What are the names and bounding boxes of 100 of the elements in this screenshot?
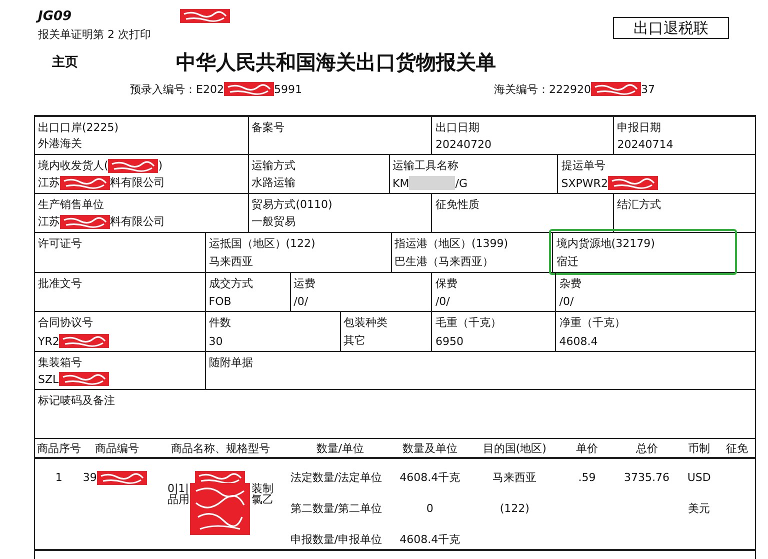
goods-cell: 申报数量/申报单位 xyxy=(290,532,382,547)
goods-cell: 美元 xyxy=(688,501,710,516)
field-label: 许可证号 xyxy=(38,236,82,251)
product-name: 0|1| xyxy=(167,482,190,494)
redaction-mark xyxy=(60,214,110,228)
field-label: 成交方式 xyxy=(208,276,253,291)
field-value: 巴生港（马来西亚） xyxy=(394,254,494,269)
column-header: 商品名称、规格型号 xyxy=(170,440,271,456)
field-label: 净重（千克） xyxy=(559,315,626,330)
field-value: /0/ xyxy=(294,295,308,308)
redaction-mark xyxy=(60,176,110,190)
goods-cell: 4608.4千克 xyxy=(400,470,460,485)
goods-cell: .59 xyxy=(578,471,596,484)
field-value: 6950 xyxy=(435,335,464,348)
redaction-mark xyxy=(180,9,230,23)
field-value: /G xyxy=(455,176,468,190)
field-label: ) xyxy=(158,159,163,172)
field-label: 指运港（地区）(1399) xyxy=(394,236,508,251)
field-value: 20240714 xyxy=(617,138,674,151)
field-label: 运输工具名称 xyxy=(392,158,459,173)
goods-cell: 4608.4千克 xyxy=(400,532,460,547)
redaction-mark xyxy=(59,334,110,348)
field-value: SXPWR2 xyxy=(561,176,608,190)
redaction-mark xyxy=(108,158,158,172)
field-value: 30 xyxy=(208,335,223,348)
redaction-mark xyxy=(224,82,274,96)
field-label: 杂费 xyxy=(559,276,582,291)
field-value: 江苏 xyxy=(38,175,60,190)
goods-cell: USD xyxy=(687,471,711,484)
goods-cell: 第二数量/第二单位 xyxy=(290,501,382,516)
field-value: 江苏 xyxy=(38,214,60,229)
column-header: 币制 xyxy=(687,440,712,456)
column-header: 数量及单位 xyxy=(401,440,458,456)
field-value: 马来西亚 xyxy=(208,254,253,269)
goods-cell: 马来西亚 xyxy=(492,470,537,485)
product-name: 装制 xyxy=(251,482,274,494)
field-label: 集装箱号 xyxy=(38,355,82,370)
field-label: 合同协议号 xyxy=(38,315,93,330)
field-label: 保费 xyxy=(435,276,458,291)
field-value: 外港海关 xyxy=(38,136,82,151)
field-label: 出口口岸(2225) xyxy=(38,120,119,135)
field-label: 标记唛码及备注 xyxy=(38,393,115,408)
field-label: 出口日期 xyxy=(435,120,480,135)
field-label: 运抵国（地区）(122) xyxy=(208,236,316,251)
field-value: /0/ xyxy=(435,295,450,308)
field-value: 料有限公司 xyxy=(110,175,165,190)
goods-cell: 法定数量/法定单位 xyxy=(290,470,382,485)
redaction-mark xyxy=(591,82,641,96)
goods-cell: 39 xyxy=(82,471,97,484)
field-label: 随附单据 xyxy=(208,355,253,370)
field-value: 4608.4 xyxy=(559,335,598,348)
redaction-mark xyxy=(608,176,658,190)
redaction-mark xyxy=(58,372,109,386)
field-label: 件数 xyxy=(208,315,231,330)
field-label: 提运单号 xyxy=(561,158,606,173)
column-header: 总价 xyxy=(634,440,659,456)
pre-entry-number: 5991 xyxy=(274,82,302,96)
column-header: 商品编号 xyxy=(94,440,140,456)
column-header: 目的国(地区) xyxy=(482,440,548,456)
field-label: 运输方式 xyxy=(252,158,296,173)
field-value: 其它 xyxy=(344,333,366,348)
home-label: 主页 xyxy=(52,54,79,71)
print-note: 报关单证明第 2 次打印 xyxy=(38,27,151,42)
goods-cell: 0 xyxy=(426,502,434,515)
field-value: 宿迁 xyxy=(556,254,578,269)
goods-cell: (122) xyxy=(500,502,530,515)
field-value: /0/ xyxy=(559,295,574,308)
form-title: 中华人民共和国海关出口货物报关单 xyxy=(176,48,496,76)
field-label: 批准文号 xyxy=(38,276,82,291)
field-value: YR2 xyxy=(38,334,60,348)
column-header: 商品序号 xyxy=(36,440,82,456)
goods-cell: 3735.76 xyxy=(624,471,670,484)
blur-mark xyxy=(409,176,456,190)
customs-number: 37 xyxy=(641,82,655,96)
field-label: 境内收发货人( xyxy=(38,158,108,173)
field-value: KM xyxy=(392,176,410,190)
redaction-mark xyxy=(96,470,147,484)
field-value: SZL xyxy=(38,372,59,386)
field-label: 结汇方式 xyxy=(617,197,662,212)
field-label: 征免性质 xyxy=(435,197,480,212)
field-label: 境内货源地(32179) xyxy=(556,236,655,251)
field-label: 贸易方式(0110) xyxy=(252,197,332,212)
pre-entry-number: 预录入编号：E202 xyxy=(130,82,224,96)
product-name: 氯乙 xyxy=(251,494,274,506)
field-label: 包装种类 xyxy=(344,315,388,330)
field-label: 毛重（千克） xyxy=(435,315,502,330)
form-code: JG09 xyxy=(38,8,180,24)
column-header: 征免 xyxy=(725,440,750,456)
field-value: FOB xyxy=(208,295,232,308)
field-label: 申报日期 xyxy=(617,120,662,135)
column-header: 数量/单位 xyxy=(315,440,365,456)
field-value: 水路运输 xyxy=(252,175,296,190)
goods-cell: 1 xyxy=(55,471,62,484)
field-value: 料有限公司 xyxy=(110,214,165,229)
field-value: 一般贸易 xyxy=(252,214,296,229)
field-label: 备案号 xyxy=(252,120,285,135)
field-value: 20240720 xyxy=(435,138,492,151)
customs-number: 海关编号：222920 xyxy=(494,82,591,96)
field-label: 运费 xyxy=(294,276,316,291)
field-label: 生产销售单位 xyxy=(38,197,104,212)
